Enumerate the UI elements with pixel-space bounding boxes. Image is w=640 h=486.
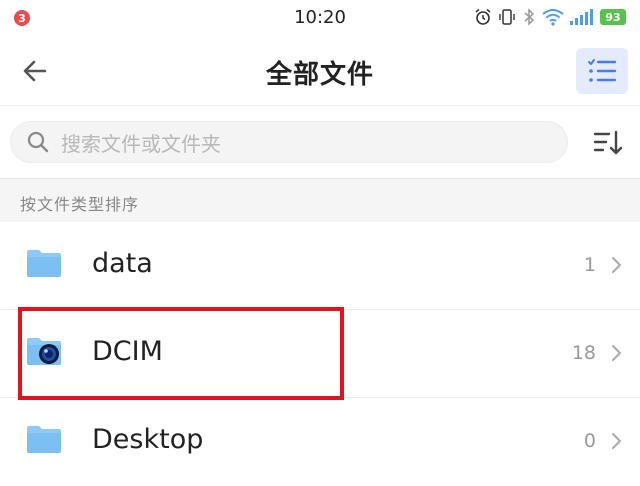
search-placeholder: 搜索文件或文件夹 xyxy=(61,131,221,156)
back-button[interactable] xyxy=(20,56,50,86)
folder-item-count: 1 xyxy=(583,254,596,276)
chevron-right-icon xyxy=(612,433,621,449)
folder-row-data[interactable]: data 1 xyxy=(0,222,640,310)
folder-item-count: 18 xyxy=(571,342,596,364)
chevron-right-icon xyxy=(612,345,621,361)
folder-row-dcim[interactable]: DCIM 18 xyxy=(0,310,640,398)
bluetooth-icon xyxy=(524,8,535,26)
signal-icon xyxy=(570,9,593,25)
folder-name: Desktop xyxy=(92,424,204,455)
wifi-icon xyxy=(542,9,564,26)
chevron-right-icon xyxy=(612,257,621,273)
list-view-icon xyxy=(588,59,617,82)
sort-icon xyxy=(593,130,623,155)
sort-section-label: 按文件类型排序 xyxy=(20,195,140,214)
folder-item-count: 0 xyxy=(583,430,596,452)
folder-name: DCIM xyxy=(92,336,163,367)
camera-folder-icon xyxy=(27,338,61,365)
sort-section-header: 按文件类型排序 xyxy=(0,178,640,222)
header: 全部文件 xyxy=(0,36,640,106)
sort-button[interactable] xyxy=(592,128,624,158)
file-list: data 1 DCIM 18 Desktop 0 xyxy=(0,222,640,486)
page-title: 全部文件 xyxy=(265,60,374,90)
folder-icon xyxy=(27,426,61,453)
back-arrow-icon xyxy=(23,60,47,82)
status-bar: 3 10:20 93 xyxy=(0,0,640,36)
vibrate-icon xyxy=(499,9,515,25)
folder-icon xyxy=(27,250,61,277)
folder-row-desktop[interactable]: Desktop 0 xyxy=(0,398,640,486)
battery-indicator: 93 xyxy=(600,9,626,25)
folder-name: data xyxy=(92,248,153,279)
search-row: 搜索文件或文件夹 xyxy=(0,106,640,178)
alarm-icon xyxy=(475,8,491,25)
search-input[interactable]: 搜索文件或文件夹 xyxy=(10,121,568,163)
list-view-button[interactable] xyxy=(576,48,628,94)
search-icon xyxy=(27,131,49,153)
status-icons: 93 xyxy=(474,8,626,26)
